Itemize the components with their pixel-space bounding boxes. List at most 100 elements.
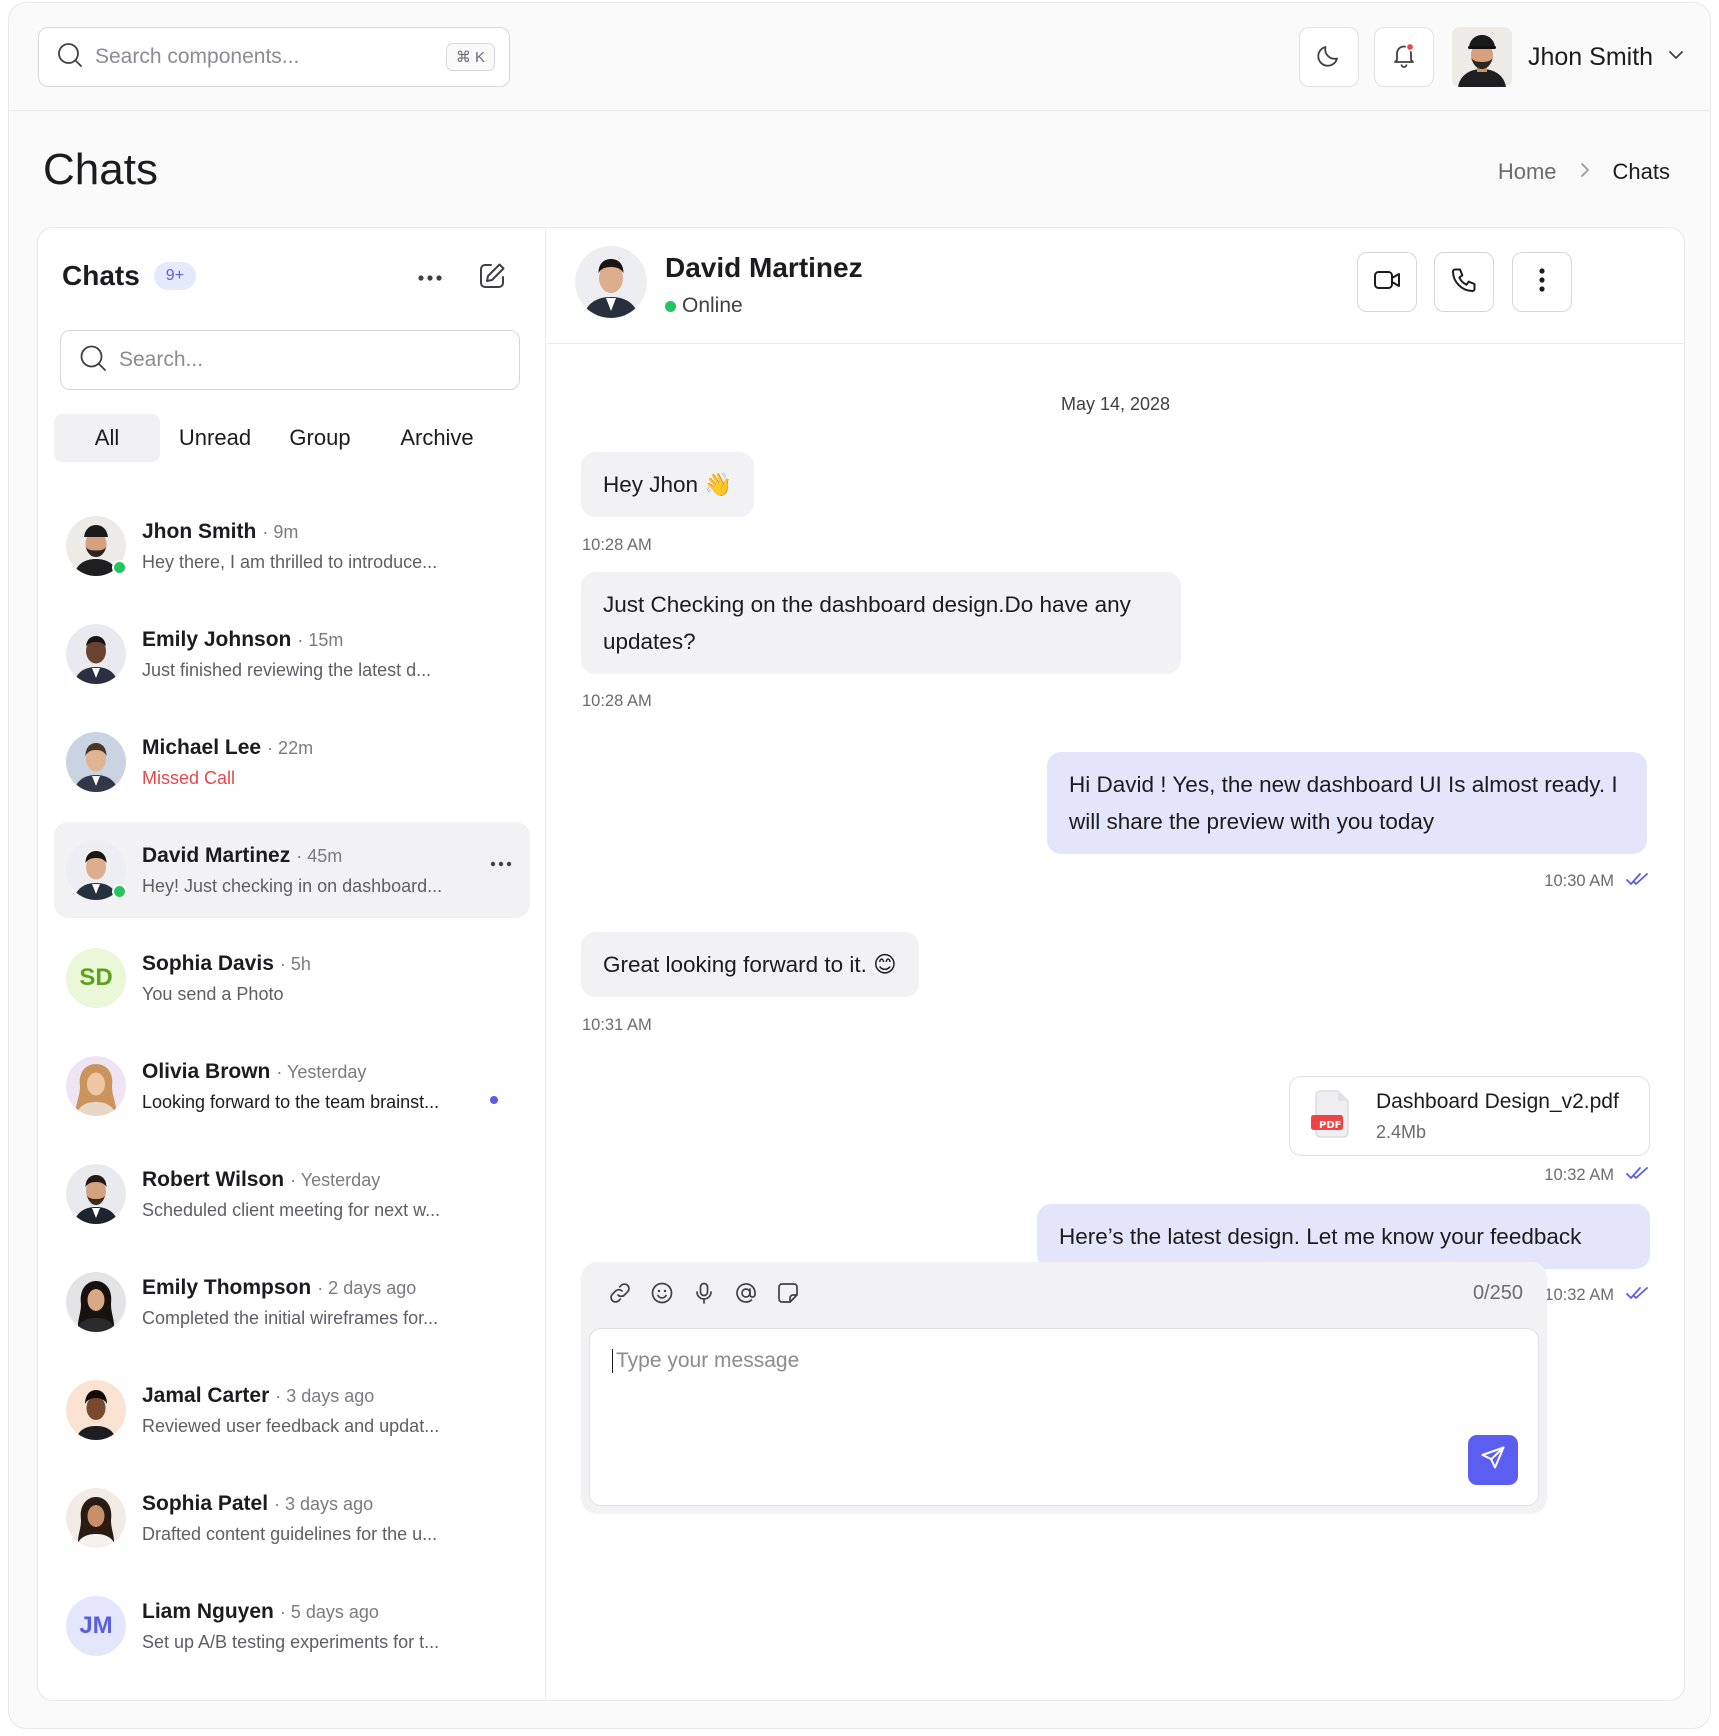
chat-name: Robert Wilson: [142, 1167, 285, 1191]
chat-list-item[interactable]: Michael Lee · 22m Missed Call: [54, 714, 530, 810]
file-name: Dashboard Design_v2.pdf: [1376, 1089, 1619, 1113]
emoji-icon[interactable]: [649, 1280, 675, 1306]
user-menu[interactable]: Jhon Smith: [1452, 27, 1685, 87]
voice-call-button[interactable]: [1434, 252, 1494, 312]
message-time: 10:30 AM: [1544, 872, 1614, 890]
chat-name: Emily Thompson: [142, 1275, 312, 1299]
new-chat-button[interactable]: [474, 260, 510, 296]
online-status-dot: [112, 884, 127, 899]
chat-list-item[interactable]: Robert Wilson · Yesterday Scheduled clie…: [54, 1146, 530, 1242]
global-search-input[interactable]: Search components... ⌘ K: [38, 27, 510, 87]
file-type-label: PDF: [1319, 1120, 1342, 1131]
message-composer: 0/250 Type your message: [581, 1262, 1547, 1514]
video-call-button[interactable]: [1357, 252, 1417, 312]
microphone-icon[interactable]: [691, 1280, 717, 1306]
mention-icon[interactable]: [733, 1280, 759, 1306]
chat-preview: Looking forward to the team brainst...: [142, 1091, 440, 1112]
chat-preview: Drafted content guidelines for the u...: [142, 1523, 438, 1544]
chat-list-item[interactable]: Jamal Carter · 3 days ago Reviewed user …: [54, 1362, 530, 1458]
breadcrumb-current: Chats: [1612, 159, 1670, 184]
message-time: 10:32 AM: [1544, 1286, 1614, 1304]
chat-list-item[interactable]: Sophia Patel · 3 days ago Drafted conten…: [54, 1470, 530, 1566]
file-attachment[interactable]: PDF Dashboard Design_v2.pdf 2.4Mb: [1289, 1076, 1650, 1156]
message-time: 10:32 AM: [1544, 1166, 1614, 1184]
chat-time: · 5 days ago: [279, 1601, 379, 1622]
chevron-right-icon: [1579, 159, 1591, 185]
conversation-pane: David Martinez Online May 14, 2028 Hey J…: [547, 228, 1684, 1700]
chat-name: Michael Lee: [142, 735, 262, 759]
avatar: [66, 1164, 126, 1224]
chat-list-item[interactable]: Emily Thompson · 2 days ago Completed th…: [54, 1254, 530, 1350]
avatar: [66, 1056, 126, 1116]
chat-preview: Hey there, I am thrilled to introduce...: [142, 551, 438, 572]
theme-toggle-button[interactable]: [1299, 27, 1359, 87]
chat-preview: Completed the initial wireframes for...: [142, 1307, 439, 1328]
notifications-button[interactable]: [1374, 27, 1434, 87]
file-size: 2.4Mb: [1376, 1121, 1427, 1142]
avatar: [575, 246, 647, 318]
chat-list-item[interactable]: Emily Johnson · 15m Just finished review…: [54, 606, 530, 702]
chat-search-input[interactable]: Search...: [60, 330, 520, 390]
app-frame: Search components... ⌘ K Jhon Smith Chat…: [8, 2, 1711, 1729]
avatar: JM: [66, 1596, 126, 1656]
search-placeholder: Search...: [119, 348, 204, 371]
chat-time: · 15m: [297, 629, 344, 650]
chat-name: Jamal Carter: [142, 1383, 270, 1407]
tab-group[interactable]: Group: [270, 414, 370, 462]
message-placeholder: Type your message: [612, 1349, 799, 1373]
tab-archive[interactable]: Archive: [370, 414, 504, 462]
avatar-initials: SD: [66, 948, 126, 1008]
tab-unread[interactable]: Unread: [160, 414, 270, 462]
avatar: [66, 1380, 126, 1440]
sidebar-header: Chats 9+: [62, 260, 197, 292]
chat-list-item[interactable]: JM Liam Nguyen · 5 days ago Set up A/B t…: [54, 1578, 530, 1674]
unread-count-badge: 9+: [153, 262, 197, 290]
chat-list-item[interactable]: SD Sophia Davis · 5h You send a Photo: [54, 930, 530, 1026]
avatar: SD: [66, 948, 126, 1008]
chat-name: Olivia Brown: [142, 1059, 271, 1083]
breadcrumb-home-link[interactable]: Home: [1498, 159, 1557, 185]
avatar: [66, 1488, 126, 1548]
chat-name: Emily Johnson: [142, 627, 292, 651]
bell-icon: [1390, 41, 1418, 74]
avatar: [66, 516, 127, 576]
chat-preview: Reviewed user feedback and updat...: [142, 1415, 440, 1436]
search-icon: [79, 344, 107, 377]
more-horizontal-icon: [417, 269, 443, 287]
send-button[interactable]: [1468, 1435, 1518, 1485]
chat-name: Sophia Patel: [142, 1491, 269, 1515]
more-vertical-icon: [1538, 267, 1546, 298]
chat-preview: Set up A/B testing experiments for t...: [142, 1631, 440, 1652]
pdf-file-icon: [1310, 1089, 1354, 1144]
double-check-icon: [1626, 1286, 1648, 1305]
send-icon: [1479, 1444, 1507, 1477]
message-time: 10:28 AM: [582, 536, 652, 554]
breadcrumb: Home Chats: [1498, 159, 1670, 185]
sidebar-more-button[interactable]: [412, 260, 448, 296]
avatar-initials: JM: [66, 1596, 126, 1656]
message-time: 10:28 AM: [582, 692, 652, 710]
chat-name: Jhon Smith: [142, 519, 257, 543]
chat-list-item-selected[interactable]: David Martinez · 45m Hey! Just checking …: [54, 822, 530, 918]
message-meta: 10:32 AM: [1544, 1166, 1648, 1185]
link-icon[interactable]: [607, 1280, 633, 1306]
chat-time: · 9m: [262, 521, 299, 542]
avatar: [66, 840, 127, 900]
tab-all[interactable]: All: [54, 414, 160, 462]
online-status-dot: [665, 300, 676, 312]
chat-time: · 22m: [267, 737, 314, 758]
chat-item-more-button[interactable]: [490, 854, 512, 872]
chat-list-item[interactable]: Jhon Smith · 9m Hey there, I am thrilled…: [54, 498, 530, 594]
chat-sidebar: Chats 9+ Search... All Unread Group Arch…: [38, 228, 546, 1700]
incoming-message: Great looking forward to it. 😊: [581, 932, 919, 997]
conversation-more-button[interactable]: [1512, 252, 1572, 312]
character-counter: 0/250: [1472, 1282, 1523, 1304]
shortcut-hint: ⌘ K: [445, 43, 495, 71]
user-name: Jhon Smith: [1528, 42, 1654, 71]
outgoing-message: Here’s the latest design. Let me know yo…: [1037, 1204, 1650, 1269]
message-input[interactable]: Type your message: [589, 1328, 1539, 1506]
chat-list-item[interactable]: Olivia Brown · Yesterday Looking forward…: [54, 1038, 530, 1134]
chat-panel: Chats 9+ Search... All Unread Group Arch…: [37, 227, 1685, 1701]
chat-name: Sophia Davis: [142, 951, 274, 975]
sticker-icon[interactable]: [775, 1280, 801, 1306]
